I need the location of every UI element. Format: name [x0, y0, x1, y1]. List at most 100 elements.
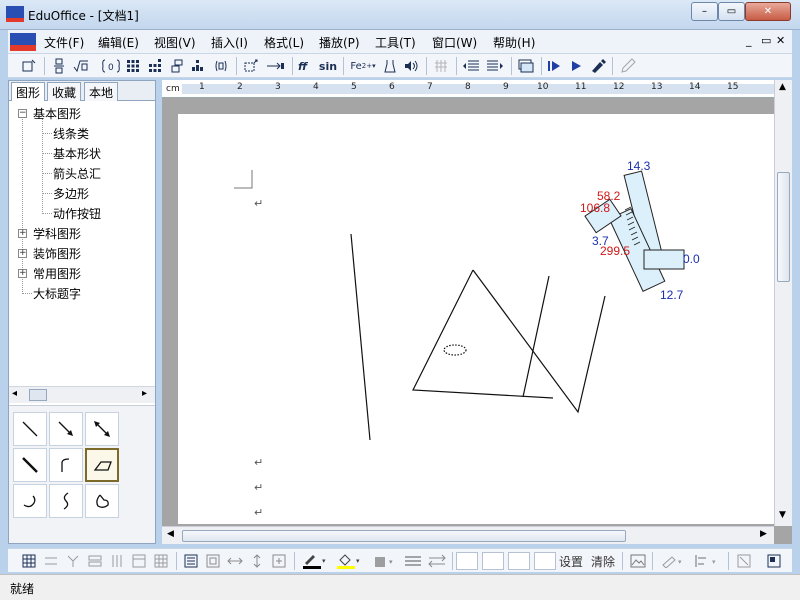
- preset-box-2[interactable]: [482, 552, 504, 570]
- preset-box-4[interactable]: [534, 552, 556, 570]
- indent-icon[interactable]: [484, 57, 506, 75]
- drawn-line[interactable]: [350, 233, 371, 441]
- mdi-close-button[interactable]: ✕: [776, 34, 785, 47]
- tree-item-basic-forms[interactable]: 基本形状: [53, 145, 101, 163]
- tree-item-action-buttons[interactable]: 动作按钮: [53, 205, 101, 223]
- tree-item-decorative-shapes[interactable]: 装饰图形: [33, 245, 81, 263]
- tree-horizontal-scrollbar[interactable]: ◂ ▸: [9, 386, 155, 403]
- tree-item-subject-shapes[interactable]: 学科图形: [33, 225, 81, 243]
- expand-icon[interactable]: +: [18, 269, 27, 278]
- brace-icon[interactable]: 0: [100, 57, 122, 75]
- beaker-icon[interactable]: [382, 57, 398, 75]
- drawn-line[interactable]: [522, 275, 550, 398]
- mdi-minimize-button[interactable]: _: [746, 34, 752, 47]
- preset-box-3[interactable]: [508, 552, 530, 570]
- tree-item-arrows[interactable]: 箭头总汇: [53, 165, 101, 183]
- vertical-scrollbar[interactable]: ▲ ▼: [774, 80, 792, 526]
- horizontal-scroll-thumb[interactable]: [182, 530, 626, 542]
- dotted-ellipse[interactable]: [443, 344, 467, 356]
- outdent-icon[interactable]: [460, 57, 482, 75]
- split-cell-icon[interactable]: [64, 552, 82, 570]
- triangle-shape[interactable]: [412, 269, 554, 399]
- merge-columns-icon[interactable]: [108, 552, 126, 570]
- width-icon[interactable]: [226, 552, 244, 570]
- bracket-icon[interactable]: [242, 57, 260, 75]
- superscript-icon[interactable]: [168, 57, 186, 75]
- rotate-button[interactable]: ▾: [658, 552, 688, 570]
- expand-icon[interactable]: +: [18, 229, 27, 238]
- sound-icon[interactable]: [402, 57, 420, 75]
- fraction-icon[interactable]: [50, 57, 68, 75]
- play-from-start-icon[interactable]: [545, 57, 563, 75]
- tree-item-polygons[interactable]: 多边形: [53, 185, 89, 203]
- sin-button[interactable]: sin: [318, 57, 338, 75]
- line-shape-button[interactable]: [13, 412, 47, 446]
- table-grid-icon[interactable]: [152, 552, 170, 570]
- size-icon[interactable]: [270, 552, 288, 570]
- text-box-icon[interactable]: [182, 552, 200, 570]
- arrow-shape-button[interactable]: [49, 412, 83, 446]
- menu-insert[interactable]: 插入(I): [211, 34, 248, 51]
- scroll-right-icon[interactable]: ▸: [142, 388, 147, 399]
- expand-icon[interactable]: +: [18, 249, 27, 258]
- slide-icon[interactable]: [516, 57, 536, 75]
- menu-edit[interactable]: 编辑(E): [98, 34, 139, 51]
- vertical-scroll-thumb[interactable]: [777, 172, 790, 282]
- tree-item-basic-shapes[interactable]: 基本图形: [33, 105, 81, 123]
- clear-button[interactable]: 清除: [590, 552, 616, 570]
- tree-item-large-titles[interactable]: 大标题字: [33, 285, 81, 303]
- minimize-button[interactable]: –: [691, 2, 718, 21]
- play-icon[interactable]: [567, 57, 585, 75]
- document-page[interactable]: 14.3 58.2 106.8 3.7 299.5 0.0 12.7 ↵ ↵ ↵…: [178, 114, 774, 524]
- menu-play[interactable]: 播放(P): [319, 34, 360, 51]
- double-arrow-shape-button[interactable]: [85, 412, 119, 446]
- settings-button[interactable]: 设置: [558, 552, 584, 570]
- preset-box-1[interactable]: [456, 552, 478, 570]
- tab-favorites[interactable]: 收藏: [47, 82, 82, 101]
- arc-shape-button[interactable]: [13, 484, 47, 518]
- menu-tools[interactable]: 工具(T): [375, 34, 416, 51]
- tree-item-common-shapes[interactable]: 常用图形: [33, 265, 81, 283]
- scroll-left-icon[interactable]: ◀: [167, 529, 174, 539]
- shadow-button[interactable]: ▾: [370, 552, 398, 570]
- table-border-icon[interactable]: [130, 552, 148, 570]
- drawn-polyline[interactable]: [472, 269, 606, 414]
- menu-window[interactable]: 窗口(W): [432, 34, 477, 51]
- arrow-style-button[interactable]: [426, 552, 448, 570]
- scroll-down-icon[interactable]: ▼: [779, 510, 786, 520]
- insert-row-icon[interactable]: [42, 552, 60, 570]
- subscript-matrix-icon[interactable]: [146, 57, 164, 75]
- menu-file[interactable]: 文件(F): [44, 34, 84, 51]
- sqrt-icon[interactable]: [72, 57, 90, 75]
- s-curve-shape-button[interactable]: [49, 484, 83, 518]
- tree-item-lines[interactable]: 线条类: [53, 125, 89, 143]
- scroll-left-icon[interactable]: ◂: [12, 388, 17, 399]
- close-button[interactable]: ✕: [745, 2, 791, 21]
- merge-rows-icon[interactable]: [86, 552, 104, 570]
- tab-shapes[interactable]: 图形: [11, 82, 46, 101]
- scroll-thumb[interactable]: [29, 389, 47, 401]
- menu-view[interactable]: 视图(V): [154, 34, 196, 51]
- closed-curve-shape-button[interactable]: [85, 484, 119, 518]
- menu-format[interactable]: 格式(L): [264, 34, 304, 51]
- function-icon[interactable]: ff: [296, 57, 314, 75]
- pen-pointer-icon[interactable]: [589, 57, 607, 75]
- chemistry-element-button[interactable]: Fe 2+ ▾: [348, 57, 378, 75]
- align-button[interactable]: ▾: [692, 552, 722, 570]
- window-layout-icon[interactable]: [764, 552, 784, 570]
- tab-local[interactable]: 本地: [84, 82, 119, 101]
- fill-color-button[interactable]: ▾: [334, 552, 364, 570]
- matrix-icon[interactable]: [124, 57, 142, 75]
- select-tool-icon[interactable]: [20, 57, 38, 75]
- subscript-icon[interactable]: [190, 57, 208, 75]
- freeform-shape-button[interactable]: [85, 448, 119, 482]
- curve-shape-button[interactable]: [49, 448, 83, 482]
- delete-object-icon[interactable]: [734, 552, 754, 570]
- thick-line-shape-button[interactable]: [13, 448, 47, 482]
- horizontal-scrollbar[interactable]: ◀ ▶: [162, 526, 774, 544]
- menu-help[interactable]: 帮助(H): [493, 34, 535, 51]
- integral-icon[interactable]: [212, 57, 230, 75]
- line-style-button[interactable]: [402, 552, 424, 570]
- height-icon[interactable]: [248, 552, 266, 570]
- maximize-button[interactable]: ▭: [718, 2, 745, 21]
